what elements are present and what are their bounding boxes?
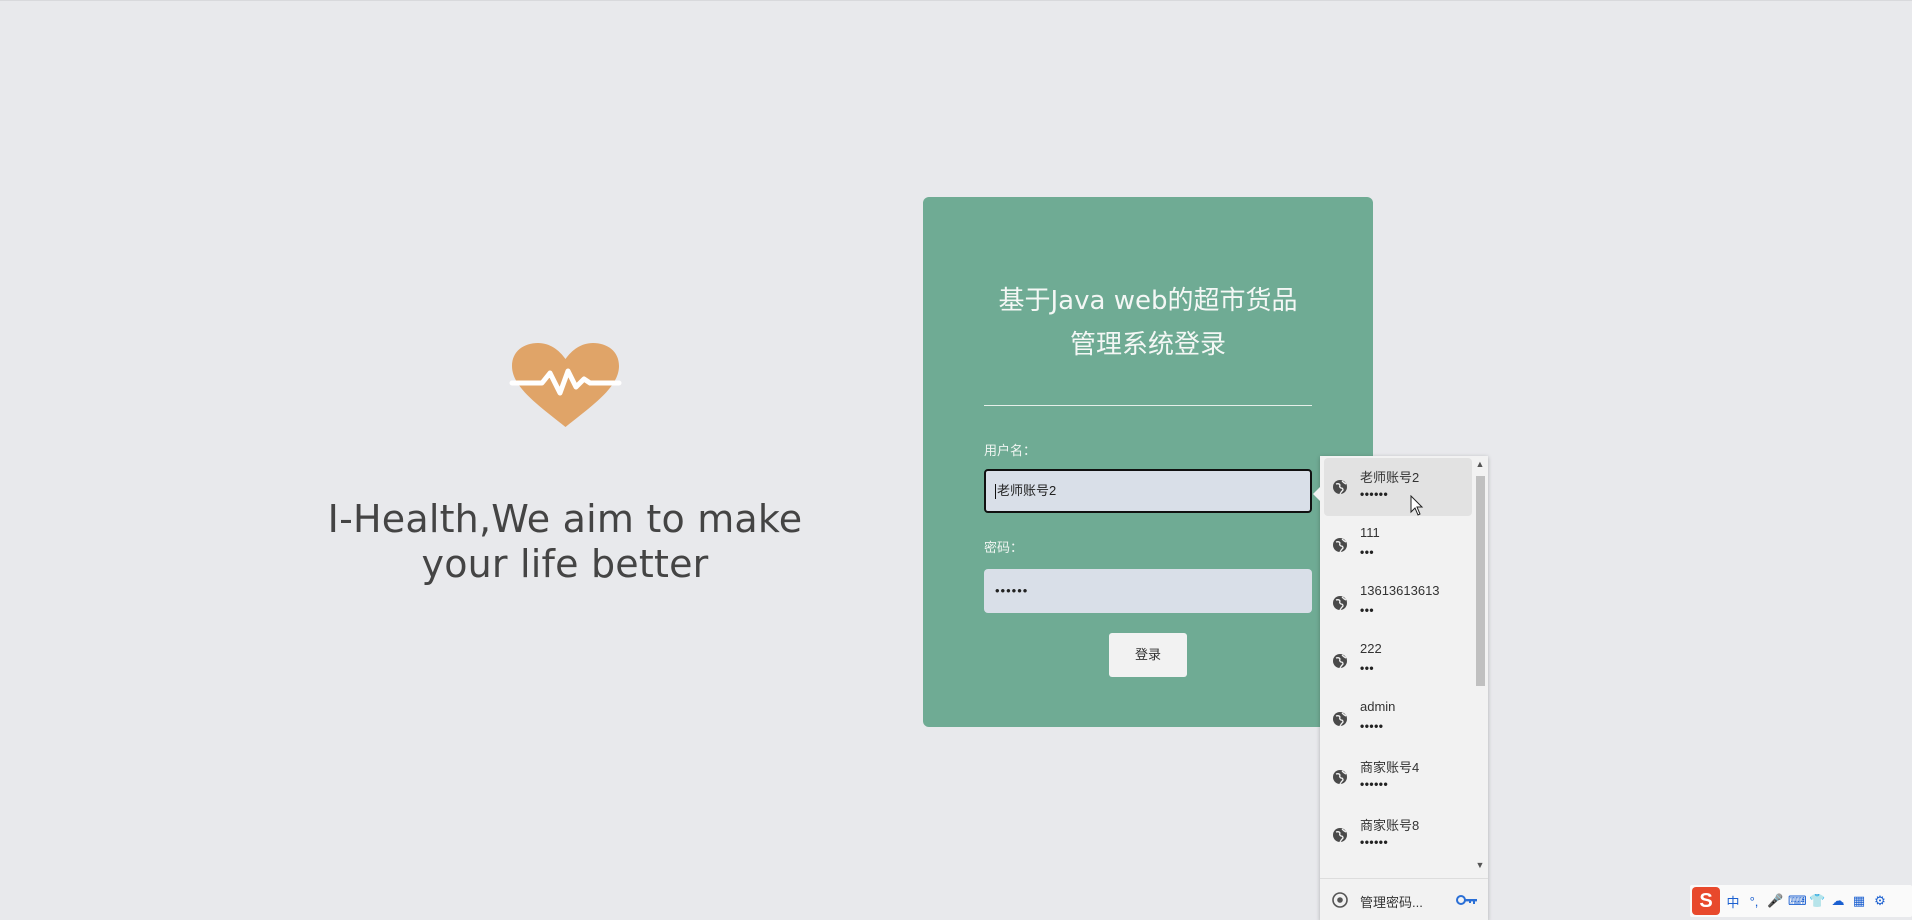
globe-icon (1333, 828, 1347, 843)
autocomplete-item[interactable]: 商家账号4 •••••• (1320, 748, 1472, 806)
password-input[interactable]: •••••• (984, 569, 1312, 613)
autocomplete-password: •••••• (1360, 777, 1389, 791)
autocomplete-item[interactable]: 13613613613 ••• (1320, 574, 1472, 632)
autocomplete-password: •••••• (1360, 835, 1389, 849)
scroll-thumb[interactable] (1476, 476, 1485, 686)
autocomplete-username: 商家账号4 (1360, 760, 1420, 775)
autocomplete-item[interactable]: 商家账号8 •••••• (1320, 806, 1472, 864)
hero-tagline-line1: I-Health,We aim to make (327, 497, 803, 541)
autocomplete-username: 13613613613 (1360, 583, 1440, 598)
cloud-icon[interactable]: ☁ (1830, 893, 1846, 909)
ime-punctuation-toggle[interactable]: °, (1746, 894, 1762, 909)
autocomplete-username: admin (1360, 699, 1396, 714)
keyboard-icon[interactable]: ⌨ (1788, 893, 1807, 909)
scroll-up-arrow-icon[interactable]: ▲ (1475, 459, 1485, 469)
sogou-logo-icon[interactable]: S (1692, 887, 1720, 915)
password-autocomplete-dropdown: 商家账号8 •••••• 商家账号4 •••••• admin ••••• 222 ••• 13… (1313, 456, 1488, 920)
page: I-Health,We aim to make your life better… (0, 0, 1912, 920)
text-caret (995, 484, 996, 500)
autocomplete-password: ••• (1360, 603, 1375, 617)
autocomplete-item[interactable]: admin ••••• (1320, 690, 1472, 748)
login-title-line2: 管理系统登录 (1069, 330, 1226, 360)
skin-icon[interactable]: 👕 (1809, 893, 1825, 909)
manage-passwords-label: 管理密码... (1360, 895, 1423, 910)
autocomplete-item[interactable]: 222 ••• (1320, 632, 1472, 690)
username-input[interactable]: 老师账号2 (984, 469, 1312, 513)
login-title: 基于Java web的超市货品 管理系统登录 (923, 279, 1373, 367)
username-label: 用户名： (984, 443, 1037, 458)
key-icon (1456, 895, 1477, 905)
chrome-icon (1332, 892, 1348, 908)
manage-passwords-item[interactable]: 管理密码... (1320, 879, 1488, 920)
ime-toolbar: S 中 °, 🎤 ⌨ 👕 ☁ ▦ ⚙ (1690, 885, 1912, 917)
autocomplete-password: ••••• (1360, 719, 1384, 733)
toolbox-grid-icon[interactable]: ▦ (1851, 893, 1867, 909)
autocomplete-item[interactable]: 老师账号2 •••••• (1324, 458, 1472, 516)
hero-section: I-Health,We aim to make your life better (300, 341, 830, 587)
autocomplete-password: ••• (1360, 545, 1375, 559)
autocomplete-password: •••••• (1360, 487, 1389, 501)
microphone-icon[interactable]: 🎤 (1767, 893, 1783, 909)
globe-icon (1333, 712, 1347, 727)
ime-language-toggle[interactable]: 中 (1725, 892, 1741, 911)
autocomplete-password: ••• (1360, 661, 1375, 675)
globe-icon (1333, 654, 1347, 669)
scroll-down-arrow-icon[interactable]: ▼ (1475, 860, 1485, 870)
hero-tagline-line2: your life better (421, 542, 709, 586)
password-label: 密码： (984, 540, 1024, 555)
dropdown-scrollbar[interactable]: ▲ ▼ (1472, 456, 1488, 876)
autocomplete-item[interactable]: 111 ••• (1320, 516, 1472, 574)
login-card: 基于Java web的超市货品 管理系统登录 用户名： 老师账号2 密码： ••… (923, 197, 1373, 727)
globe-icon (1333, 480, 1347, 495)
username-value: 老师账号2 (997, 483, 1057, 498)
globe-icon (1333, 770, 1347, 785)
settings-gear-icon[interactable]: ⚙ (1872, 893, 1888, 909)
login-button[interactable]: 登录 (1109, 633, 1187, 677)
globe-icon (1333, 596, 1347, 611)
autocomplete-username: 老师账号2 (1360, 470, 1420, 485)
autocomplete-username: 111 (1360, 525, 1380, 540)
globe-icon (1333, 538, 1347, 553)
login-title-line1: 基于Java web的超市货品 (998, 286, 1298, 316)
heart-pulse-logo-icon (509, 343, 621, 427)
autocomplete-username: 222 (1360, 641, 1382, 656)
autocomplete-username: 商家账号8 (1360, 818, 1420, 833)
hero-tagline: I-Health,We aim to make your life better (300, 497, 830, 587)
title-divider (984, 405, 1312, 406)
mouse-cursor-icon (1410, 495, 1424, 516)
